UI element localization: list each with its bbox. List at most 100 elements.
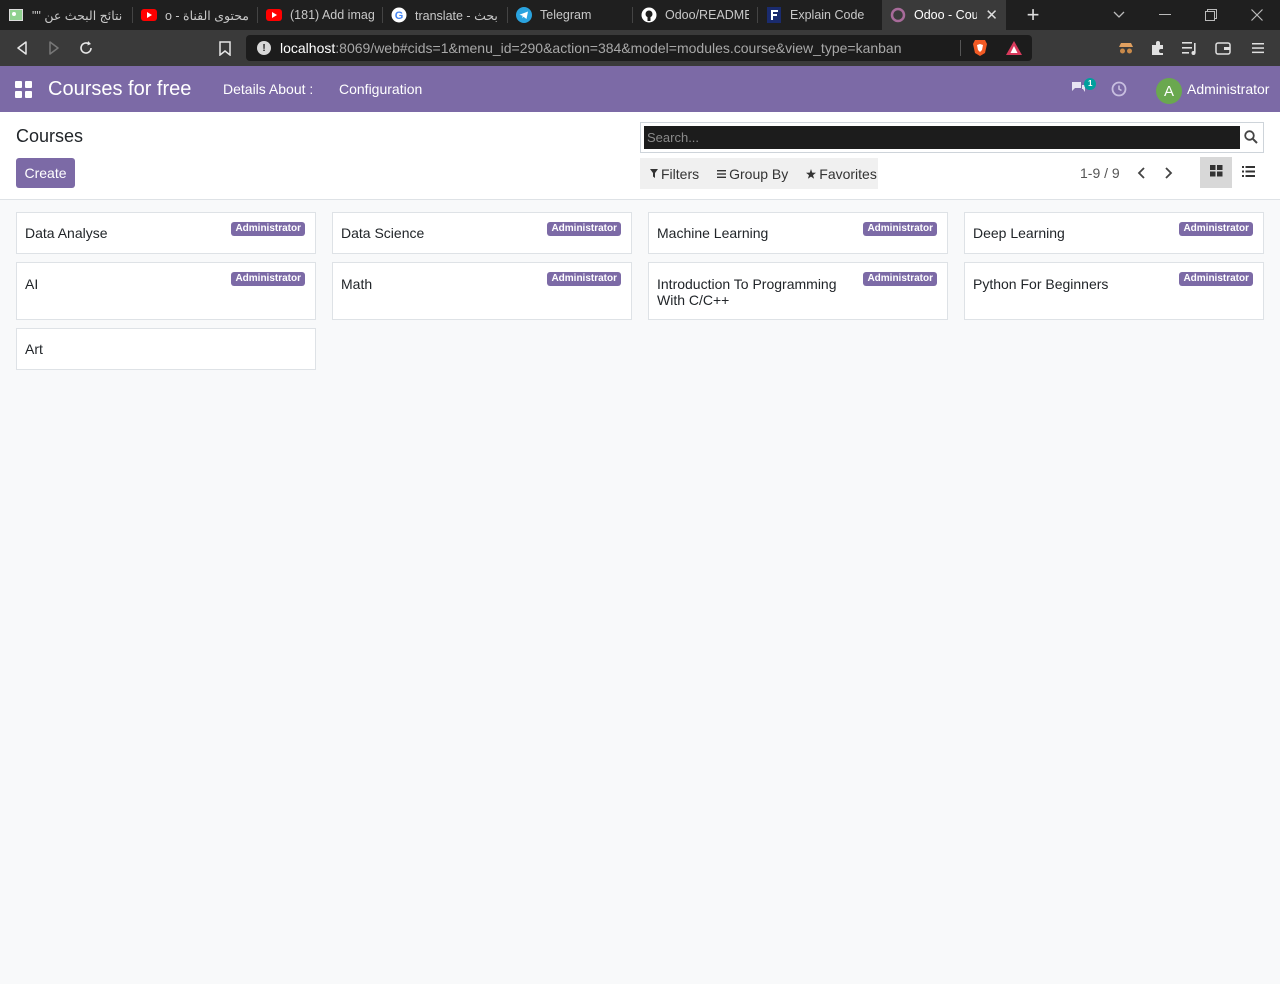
course-title: Data Science [341, 225, 425, 241]
course-title: Data Analyse [25, 225, 108, 241]
kanban-card[interactable]: Art [16, 328, 316, 370]
url-bar[interactable]: ! localhost:8069/web#cids=1&menu_id=290&… [246, 35, 1032, 61]
breadcrumb: Courses [16, 126, 84, 146]
course-title: Art [25, 341, 43, 357]
control-panel: Courses Create Filters Group By Favorite… [0, 112, 1280, 200]
github-icon [641, 7, 657, 23]
kanban-card[interactable]: Introduction To Programming With C/C++ A… [648, 262, 948, 320]
responsible-tag: Administrator [547, 222, 621, 236]
browser-tab[interactable]: نتائج البحث عن "" [0, 0, 132, 30]
chat-count-badge: 1 [1084, 78, 1097, 90]
filters-button[interactable]: Filters [650, 166, 699, 182]
responsible-tag: Administrator [231, 222, 305, 236]
browser-tab[interactable]: محتوى القناة - dio [133, 0, 257, 30]
course-title: AI [25, 276, 39, 292]
forward-icon[interactable] [42, 36, 66, 60]
kanban-view-icon [1209, 164, 1223, 182]
favorites-label: Favorites [819, 165, 877, 182]
tab-title: Explain Code [790, 8, 865, 22]
kanban-card[interactable]: Data Science Administrator [332, 212, 632, 254]
browser-tab[interactable]: G translate - بحث G [383, 0, 507, 30]
course-title: Machine Learning [657, 225, 769, 241]
menu-details-about[interactable]: Details About : [223, 81, 313, 97]
pager-value[interactable]: 1-9 / 9 [1080, 165, 1120, 181]
filters-label: Filters [661, 165, 700, 182]
kanban-card[interactable]: Machine Learning Administrator [648, 212, 948, 254]
kanban-card[interactable]: Math Administrator [332, 262, 632, 320]
odoo-icon [890, 7, 906, 23]
pager-next-icon[interactable] [1161, 164, 1177, 182]
browser-tab[interactable]: Odoo/README.r [633, 0, 757, 30]
tab-search-icon[interactable] [1099, 0, 1139, 30]
brave-rewards-icon[interactable] [1002, 36, 1026, 60]
kanban-card[interactable]: Deep Learning Administrator [964, 212, 1264, 254]
browser-tab[interactable]: (181) Add image [258, 0, 382, 30]
create-button[interactable]: Create [16, 158, 75, 188]
extensions-icon[interactable] [1146, 36, 1170, 60]
odoo-navbar: Courses for free Details About : Configu… [0, 66, 1280, 112]
wallet-icon[interactable] [1211, 36, 1235, 60]
kanban-view-button[interactable] [1200, 157, 1232, 188]
svg-text:G: G [395, 10, 404, 22]
telegram-icon [516, 7, 532, 23]
list-view-button[interactable] [1232, 157, 1264, 188]
tab-title: (181) Add image [290, 8, 374, 22]
app-icon [766, 7, 782, 23]
responsible-tag: Administrator [547, 272, 621, 286]
close-tab-icon[interactable]: ✕ [985, 6, 998, 24]
responsible-tag: Administrator [1179, 222, 1253, 236]
tab-title: Telegram [540, 8, 592, 22]
back-icon[interactable] [10, 36, 34, 60]
star-icon [806, 168, 817, 179]
tab-title: Odoo - Cour [914, 8, 978, 22]
browser-tab-active[interactable]: Odoo - Cour ✕ [882, 0, 1006, 30]
responsible-tag: Administrator [231, 272, 305, 286]
reload-icon[interactable] [74, 36, 98, 60]
responsible-tag: Administrator [863, 272, 937, 286]
incognito-icon[interactable] [1114, 36, 1138, 60]
brave-shield-icon[interactable] [968, 36, 992, 60]
avatar[interactable]: A [1156, 78, 1182, 104]
browser-toolbar: ! localhost:8069/web#cids=1&menu_id=290&… [0, 30, 1280, 66]
user-name[interactable]: Administrator [1187, 81, 1269, 97]
browser-tab[interactable]: Explain Code [758, 0, 882, 30]
search-icon[interactable] [1244, 130, 1258, 144]
list-view-icon [1241, 164, 1255, 182]
search-box [640, 122, 1264, 153]
kanban-card[interactable]: Data Analyse Administrator [16, 212, 316, 254]
url-host: localhost [280, 40, 336, 56]
youtube-icon [141, 7, 157, 23]
clock-icon[interactable] [1111, 81, 1127, 97]
filter-icon [650, 169, 658, 178]
browser-menu-icon[interactable] [1246, 36, 1270, 60]
image-search-icon [8, 7, 24, 23]
url-divider [960, 40, 961, 56]
minimize-icon[interactable] [1145, 0, 1185, 30]
app-title[interactable]: Courses for free [48, 78, 191, 101]
kanban-card[interactable]: AI Administrator [16, 262, 316, 320]
pager-previous-icon[interactable] [1133, 164, 1149, 182]
url-path: :8069/web#cids=1&menu_id=290&action=384&… [335, 40, 902, 56]
kanban-card[interactable]: Python For Beginners Administrator [964, 262, 1264, 320]
restore-icon[interactable] [1191, 0, 1231, 30]
course-title: Math [341, 276, 373, 292]
close-window-icon[interactable] [1237, 0, 1277, 30]
tab-title: نتائج البحث عن "" [32, 8, 123, 23]
favorites-button[interactable]: Favorites [806, 166, 877, 182]
media-playlist-icon[interactable] [1178, 36, 1202, 60]
course-title: Python For Beginners [973, 276, 1109, 292]
site-info-icon[interactable]: ! [257, 41, 271, 55]
tab-title: translate - بحث G [415, 8, 499, 23]
search-input[interactable] [644, 126, 1240, 149]
google-icon: G [391, 7, 407, 23]
new-tab-button[interactable]: + [1018, 0, 1048, 30]
browser-tab[interactable]: Telegram [508, 0, 632, 30]
responsible-tag: Administrator [1179, 272, 1253, 286]
browser-tab-strip: نتائج البحث عن "" محتوى القناة - dio (18… [0, 0, 1280, 30]
menu-configuration[interactable]: Configuration [339, 81, 422, 97]
responsible-tag: Administrator [863, 222, 937, 236]
apps-menu-icon[interactable] [15, 81, 32, 98]
course-title: Introduction To Programming With C/C++ [657, 276, 837, 308]
bookmark-icon[interactable] [213, 36, 237, 60]
group-by-button[interactable]: Group By [717, 166, 788, 182]
